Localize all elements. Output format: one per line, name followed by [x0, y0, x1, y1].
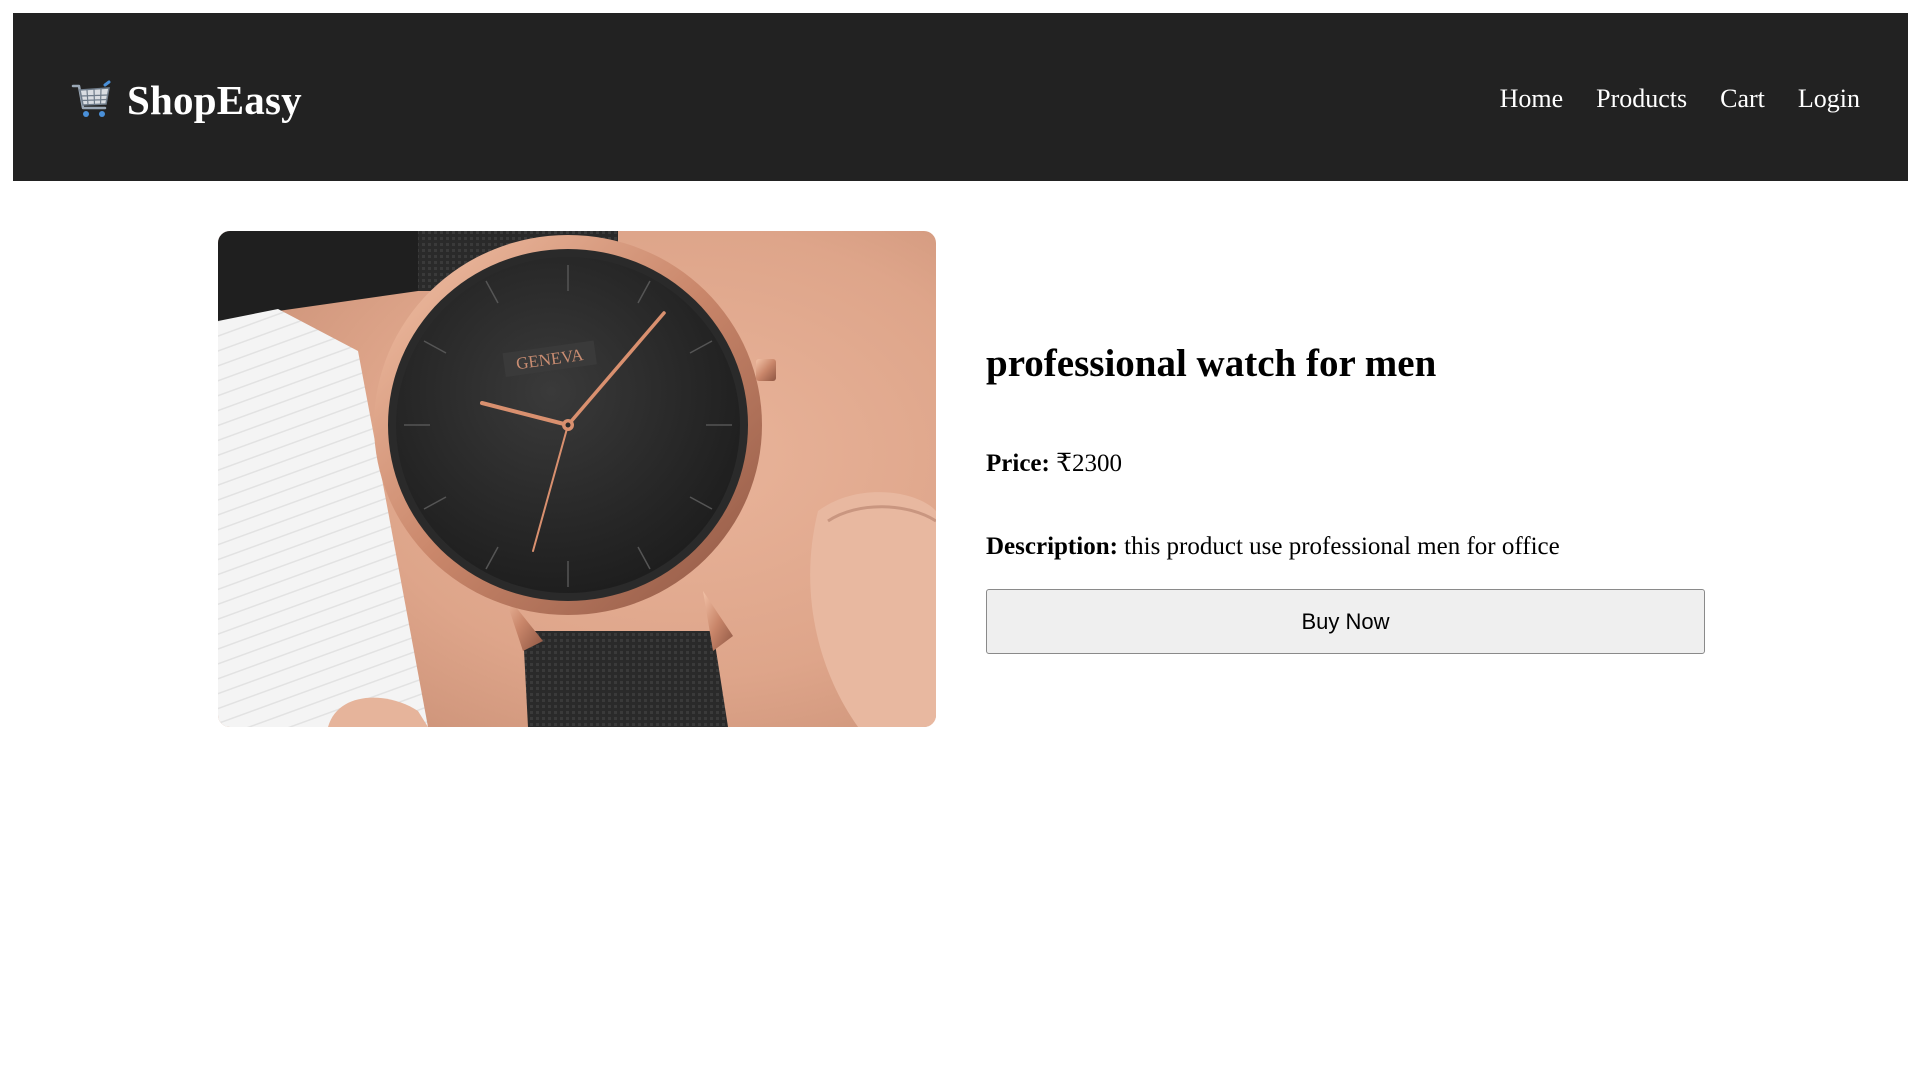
price-value: ₹2300: [1056, 450, 1122, 477]
navbar: ShopEasy Home Products Cart Login: [13, 13, 1908, 181]
product-info: professional watch for men Price: ₹2300 …: [986, 231, 1705, 727]
nav-link-home[interactable]: Home: [1500, 83, 1564, 114]
description-row: Description: this product use profession…: [986, 533, 1560, 561]
product-title: professional watch for men: [986, 342, 1437, 385]
buy-now-button[interactable]: Buy Now: [986, 589, 1705, 654]
brand-name: ShopEasy: [127, 76, 302, 123]
product-image: GENEVA: [218, 231, 936, 727]
product-detail: GENEVA professional watch for men Price:…: [218, 231, 1705, 727]
description-value: this product use professional men for of…: [1124, 533, 1560, 560]
watch-photo: GENEVA: [218, 231, 936, 727]
price-row: Price: ₹2300: [986, 448, 1122, 478]
nav-link-products[interactable]: Products: [1596, 83, 1687, 114]
description-label: Description:: [986, 533, 1118, 560]
main-nav: Home Products Cart Login: [1500, 83, 1860, 114]
price-label: Price:: [986, 450, 1050, 477]
nav-link-login[interactable]: Login: [1798, 83, 1860, 114]
nav-link-cart[interactable]: Cart: [1720, 83, 1765, 114]
shopping-cart-icon: [71, 80, 111, 117]
brand[interactable]: ShopEasy: [69, 77, 302, 123]
